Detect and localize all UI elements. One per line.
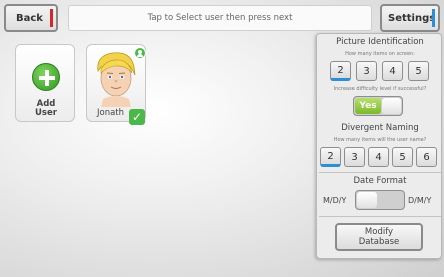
divergent-items-option-4[interactable]: 4 [368, 147, 389, 167]
difficulty-toggle-knob [382, 98, 401, 114]
user-profile-icon [134, 47, 146, 59]
date-format-title: Date Format [353, 176, 407, 186]
difficulty-toggle-label: Yes [355, 98, 381, 114]
picture-items-option-2[interactable]: 2 [330, 61, 351, 81]
date-format-mdy-label: M/D/Y [323, 196, 347, 205]
divergent-items-option-2[interactable]: 2 [320, 147, 341, 167]
picture-items-option-4[interactable]: 4 [382, 61, 403, 81]
user-avatar-icon [97, 52, 136, 107]
settings-button[interactable]: Settings [380, 4, 440, 32]
divergent-items-option-3[interactable]: 3 [344, 147, 365, 167]
add-user-tile[interactable]: Add User [15, 44, 75, 122]
settings-button-label: Settings [388, 12, 436, 24]
add-plus-icon [32, 63, 60, 91]
date-format-toggle-knob [357, 192, 377, 208]
modify-database-label-line1: Modify [364, 227, 394, 237]
divergent-items-option-6[interactable]: 6 [416, 147, 437, 167]
add-user-label-line2: User [35, 108, 57, 118]
app-screen: Back Tap to Select user then press next … [0, 0, 444, 277]
picture-items-hint: How many items on screen: [345, 51, 415, 57]
selected-check-icon: ✓ [129, 109, 145, 125]
modify-database-button[interactable]: Modify Database [335, 223, 423, 251]
difficulty-hint: Increase difficulty level if successful? [333, 86, 427, 92]
date-format-dmy-label: D/M/Y [408, 196, 432, 205]
divergent-items-option-5[interactable]: 5 [392, 147, 413, 167]
top-bar: Back Tap to Select user then press next … [0, 0, 444, 36]
section-divider [319, 172, 441, 173]
user-name-label: Jonath [97, 108, 125, 118]
add-user-label: Add User [16, 100, 76, 118]
picture-identification-title: Picture Identification [336, 37, 424, 47]
picture-items-option-5[interactable]: 5 [408, 61, 429, 81]
divergent-naming-title: Divergent Naming [341, 123, 419, 133]
modify-database-label-line2: Database [358, 237, 400, 247]
difficulty-toggle[interactable]: Yes [353, 96, 403, 116]
back-button[interactable]: Back [4, 4, 58, 32]
instruction-banner: Tap to Select user then press next [68, 5, 372, 31]
divergent-items-hint: How many items will the user name? [333, 137, 427, 143]
picture-items-option-3[interactable]: 3 [356, 61, 377, 81]
section-divider [319, 216, 441, 217]
settings-panel: Picture Identification How many items on… [316, 33, 442, 259]
date-format-toggle[interactable] [355, 190, 405, 210]
user-tile[interactable]: Jonath ✓ [86, 44, 146, 125]
instruction-text: Tap to Select user then press next [147, 13, 293, 23]
back-button-label: Back [16, 12, 43, 24]
